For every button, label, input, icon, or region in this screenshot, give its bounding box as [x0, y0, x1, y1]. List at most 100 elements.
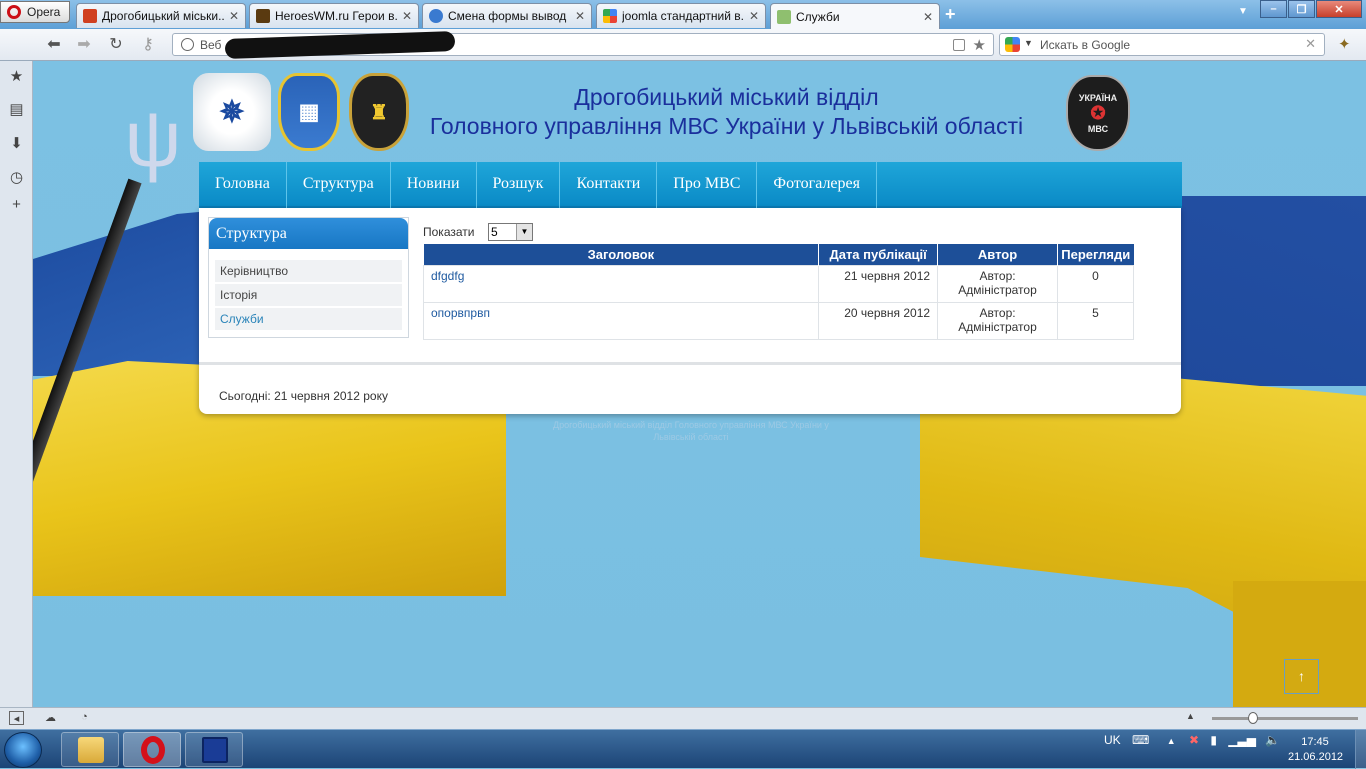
keyboard-icon[interactable]: ⌨	[1132, 733, 1149, 747]
taskbar-opera[interactable]	[123, 732, 181, 767]
taskbar-save-app[interactable]	[185, 732, 243, 767]
network-error-icon[interactable]: ✖	[1189, 733, 1199, 747]
article-date: 21 червня 2012	[818, 264, 939, 303]
reload-icon[interactable]: ↻	[106, 35, 126, 55]
site-title-line1: Дрогобицький міський відділ	[574, 84, 879, 110]
chevron-down-icon: ▼	[516, 224, 532, 240]
history-clock-icon[interactable]: ◷	[9, 170, 24, 185]
favicon-icon	[429, 9, 443, 23]
show-count-value: 5	[491, 225, 498, 239]
scroll-to-top-icon[interactable]: ↑	[1284, 659, 1319, 694]
minimize-icon[interactable]: –	[1260, 0, 1287, 18]
tab-4-active[interactable]: Служби ✕	[770, 3, 940, 29]
sidebar-item-leadership[interactable]: Керівництво	[215, 260, 402, 282]
site-footer: Дрогобицький міський відділ Головного уп…	[553, 420, 829, 442]
search-field[interactable]: ▼ Искать в Google ✕	[999, 33, 1325, 56]
windows-start-icon[interactable]	[4, 732, 42, 768]
downloads-icon[interactable]: ⬇	[9, 136, 24, 151]
browser-side-panel: ★ ▤ ⬇ ◷ +	[0, 61, 33, 707]
zoom-slider[interactable]	[1212, 717, 1358, 720]
police-star-emblem-icon: ✵	[193, 73, 271, 151]
tab-2[interactable]: Смена формы вывод ... ✕	[422, 3, 592, 28]
url-field[interactable]: Веб ★	[172, 30, 994, 60]
google-icon[interactable]	[1005, 37, 1020, 52]
sidebar-item-services[interactable]: Служби	[215, 308, 402, 330]
search-engine-dropdown-icon[interactable]: ▼	[1024, 38, 1033, 48]
add-panel-icon[interactable]: +	[9, 197, 24, 212]
address-toolbar: ⬅ ➡ ↻ ⚷ Веб ★ ▼ Искать в Google ✕ ✦	[0, 29, 1366, 61]
nav-home[interactable]: Головна	[199, 162, 287, 208]
window-controls: – ❐ ✕	[1260, 0, 1362, 18]
nav-wanted[interactable]: Розшук	[477, 162, 561, 208]
drohobych-coat-of-arms-icon: ▦	[278, 73, 340, 151]
opera-logo-icon	[7, 5, 21, 19]
nav-about-mvs[interactable]: Про МВС	[657, 162, 758, 208]
tab-list-chevron-icon[interactable]: ▼	[1238, 6, 1248, 17]
bookmark-star-icon[interactable]: ★	[973, 36, 986, 54]
table-header-row: Заголовок Дата публікації Автор Перегляд…	[423, 244, 1134, 265]
col-views[interactable]: Перегляди	[1057, 244, 1134, 265]
opera-unite-cloud-icon[interactable]: ☁	[43, 711, 58, 725]
system-tray: UK ⌨ ▲ ✖ ▮ ▁▃▅ 🔈	[1104, 733, 1280, 747]
close-tab-icon[interactable]: ✕	[749, 9, 759, 23]
device-icon[interactable]: ▮	[1210, 733, 1217, 747]
article-author: Автор: Адміністратор	[937, 301, 1058, 340]
show-count-select[interactable]: 5 ▼	[488, 223, 533, 241]
address-label: Веб	[200, 38, 222, 52]
system-clock[interactable]: 17:45 21.06.2012	[1288, 735, 1343, 765]
key-icon[interactable]: ⚷	[138, 35, 158, 55]
close-tab-icon[interactable]: ✕	[575, 9, 585, 23]
article-date: 20 червня 2012	[818, 301, 939, 340]
tab-1[interactable]: HeroesWM.ru Герои в... ✕	[249, 3, 419, 28]
rss-icon[interactable]	[953, 39, 965, 51]
sidebar-menu: Структура Керівництво Історія Служби	[208, 217, 409, 338]
zoom-menu-icon[interactable]: ▲	[1183, 711, 1198, 725]
browser-tab-bar: Opera Дрогобицький міськи... ✕ HeroesWM.…	[0, 0, 1366, 29]
divider	[199, 362, 1181, 365]
input-language[interactable]: UK	[1104, 733, 1121, 747]
volume-icon[interactable]: 🔈	[1265, 733, 1280, 747]
notes-icon[interactable]: ▤	[9, 102, 24, 117]
new-tab-icon[interactable]: +	[945, 4, 956, 25]
tray-expand-icon[interactable]: ▲	[1167, 736, 1176, 746]
show-count-label: Показати	[423, 225, 475, 239]
tab-0[interactable]: Дрогобицький міськи... ✕	[76, 3, 246, 28]
nav-gallery[interactable]: Фотогалерея	[757, 162, 877, 208]
col-date[interactable]: Дата публікації	[818, 244, 939, 265]
sidebar-item-history[interactable]: Історія	[215, 284, 402, 306]
bookmarks-star-icon[interactable]: ★	[9, 69, 24, 84]
sidebar-heading: Структура	[209, 218, 408, 249]
col-author[interactable]: Автор	[937, 244, 1058, 265]
tab-title: HeroesWM.ru Герои в...	[275, 9, 397, 23]
taskbar-explorer[interactable]	[61, 732, 119, 767]
extension-icon[interactable]: ✦	[1338, 35, 1351, 53]
nav-contacts[interactable]: Контакти	[560, 162, 658, 208]
opera-menu-button[interactable]: Opera	[0, 1, 70, 23]
tab-3[interactable]: joomla стандартний в... ✕	[596, 3, 766, 28]
clock-time: 17:45	[1301, 736, 1329, 748]
article-link[interactable]: dfgdfg	[431, 269, 464, 283]
zoom-slider-handle[interactable]	[1248, 712, 1258, 724]
forward-icon[interactable]: ➡	[74, 35, 94, 55]
clear-search-icon[interactable]: ✕	[1305, 36, 1316, 52]
main-nav: Головна Структура Новини Розшук Контакти…	[199, 162, 1182, 208]
panel-toggle-icon[interactable]: ◂	[9, 711, 24, 725]
article-link[interactable]: опорвпрвп	[431, 306, 490, 320]
redacted-url	[224, 30, 456, 60]
nav-news[interactable]: Новини	[391, 162, 477, 208]
col-title[interactable]: Заголовок	[423, 244, 820, 265]
maximize-icon[interactable]: ❐	[1288, 0, 1315, 18]
signal-bars-icon[interactable]: ▁▃▅	[1228, 733, 1256, 747]
back-icon[interactable]: ⬅	[44, 35, 64, 55]
close-tab-icon[interactable]: ✕	[923, 10, 933, 24]
lviv-oblast-emblem-icon: ♜	[349, 73, 409, 151]
emblem-text: УКРАЇНА	[1078, 92, 1118, 103]
table-row: опорвпрвп 20 червня 2012 Автор: Адмініст…	[422, 301, 1135, 340]
close-tab-icon[interactable]: ✕	[229, 9, 239, 23]
close-window-icon[interactable]: ✕	[1316, 0, 1362, 18]
turbo-gauge-icon[interactable]: ◔	[77, 711, 92, 725]
show-desktop-button[interactable]	[1355, 730, 1366, 769]
close-tab-icon[interactable]: ✕	[402, 9, 412, 23]
site-title-line2: Головного управління МВС України у Львів…	[429, 113, 1024, 139]
nav-structure[interactable]: Структура	[287, 162, 391, 208]
